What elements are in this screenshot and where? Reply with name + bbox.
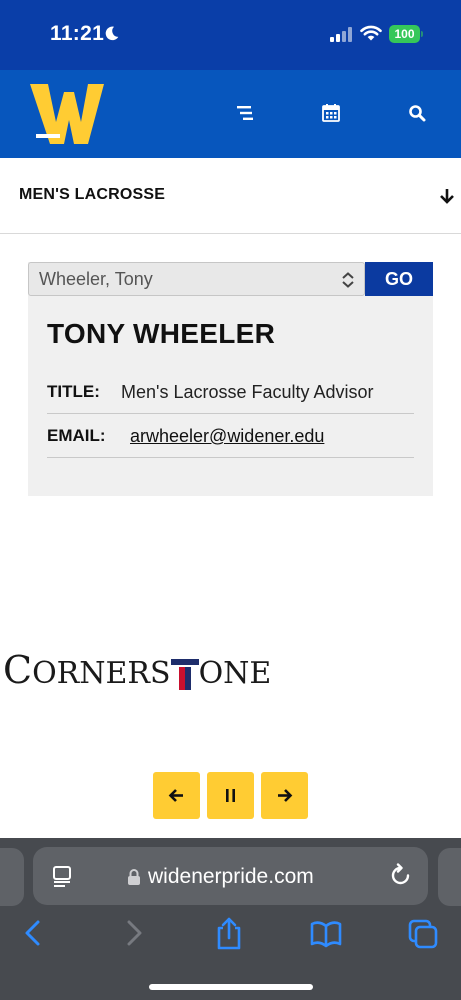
staff-select[interactable]: Wheeler, Tony bbox=[28, 262, 365, 296]
browser-toolbar: widenerpride.com bbox=[0, 838, 461, 1000]
battery-tip bbox=[421, 31, 423, 37]
widener-logo[interactable] bbox=[28, 82, 106, 146]
next-tab-preview[interactable] bbox=[438, 848, 461, 906]
reload-icon[interactable] bbox=[388, 863, 413, 888]
lock-icon bbox=[128, 869, 140, 885]
calendar-icon[interactable] bbox=[321, 103, 341, 123]
battery-indicator: 100 bbox=[389, 25, 423, 43]
reader-icon[interactable] bbox=[51, 865, 73, 887]
status-bar: 11:21 100 bbox=[0, 0, 461, 70]
title-value: Men's Lacrosse Faculty Advisor bbox=[121, 382, 374, 402]
share-icon[interactable] bbox=[213, 916, 245, 950]
email-label: EMAIL: bbox=[47, 426, 106, 445]
url-text: widenerpride.com bbox=[148, 865, 314, 888]
sport-label: MEN'S LACROSSE bbox=[19, 186, 166, 203]
carousel-next-button[interactable] bbox=[261, 772, 308, 819]
staff-card: Wheeler, Tony GO TONY WHEELER TITLE: Men… bbox=[28, 262, 433, 496]
sponsor-wordmark: CORNERS ONE bbox=[3, 648, 272, 692]
staff-name: TONY WHEELER bbox=[47, 318, 276, 349]
go-button[interactable]: GO bbox=[365, 262, 433, 296]
status-time: 11:21 bbox=[50, 22, 105, 45]
email-row: EMAIL: arwheeler@widener.edu bbox=[47, 414, 414, 458]
site-header bbox=[0, 70, 461, 158]
back-icon[interactable] bbox=[18, 916, 50, 950]
email-link[interactable]: arwheeler@widener.edu bbox=[130, 426, 324, 447]
sponsor-logo[interactable]: CORNERS ONE bbox=[3, 648, 271, 692]
forward-icon[interactable] bbox=[117, 916, 149, 950]
previous-tab-preview[interactable] bbox=[0, 848, 24, 906]
next-arrow-icon bbox=[278, 789, 293, 802]
address-bar[interactable]: widenerpride.com bbox=[33, 847, 428, 905]
home-indicator bbox=[149, 984, 313, 990]
staff-select-value: Wheeler, Tony bbox=[39, 269, 153, 289]
signal-icon bbox=[330, 27, 352, 42]
sport-selector[interactable]: MEN'S LACROSSE bbox=[0, 158, 461, 234]
bookmarks-icon[interactable] bbox=[310, 916, 342, 950]
carousel-pause-button[interactable] bbox=[207, 772, 254, 819]
menu-icon[interactable] bbox=[235, 103, 255, 123]
carousel-prev-button[interactable] bbox=[153, 772, 200, 819]
moon-icon bbox=[105, 26, 119, 41]
wifi-icon bbox=[360, 25, 382, 41]
title-row: TITLE: Men's Lacrosse Faculty Advisor bbox=[47, 370, 414, 414]
title-label: TITLE: bbox=[47, 382, 100, 401]
sponsor-t-mark bbox=[170, 656, 199, 692]
prev-arrow-icon bbox=[168, 789, 183, 802]
pause-icon bbox=[226, 789, 235, 802]
select-updown-icon bbox=[342, 272, 354, 288]
battery-level: 100 bbox=[389, 25, 420, 43]
arrow-down-icon[interactable] bbox=[438, 186, 456, 206]
page: 11:21 100 MEN'S LACROSSE Wheeler, Tony G… bbox=[0, 0, 461, 1000]
tabs-icon[interactable] bbox=[407, 916, 439, 950]
search-icon[interactable] bbox=[407, 103, 427, 123]
